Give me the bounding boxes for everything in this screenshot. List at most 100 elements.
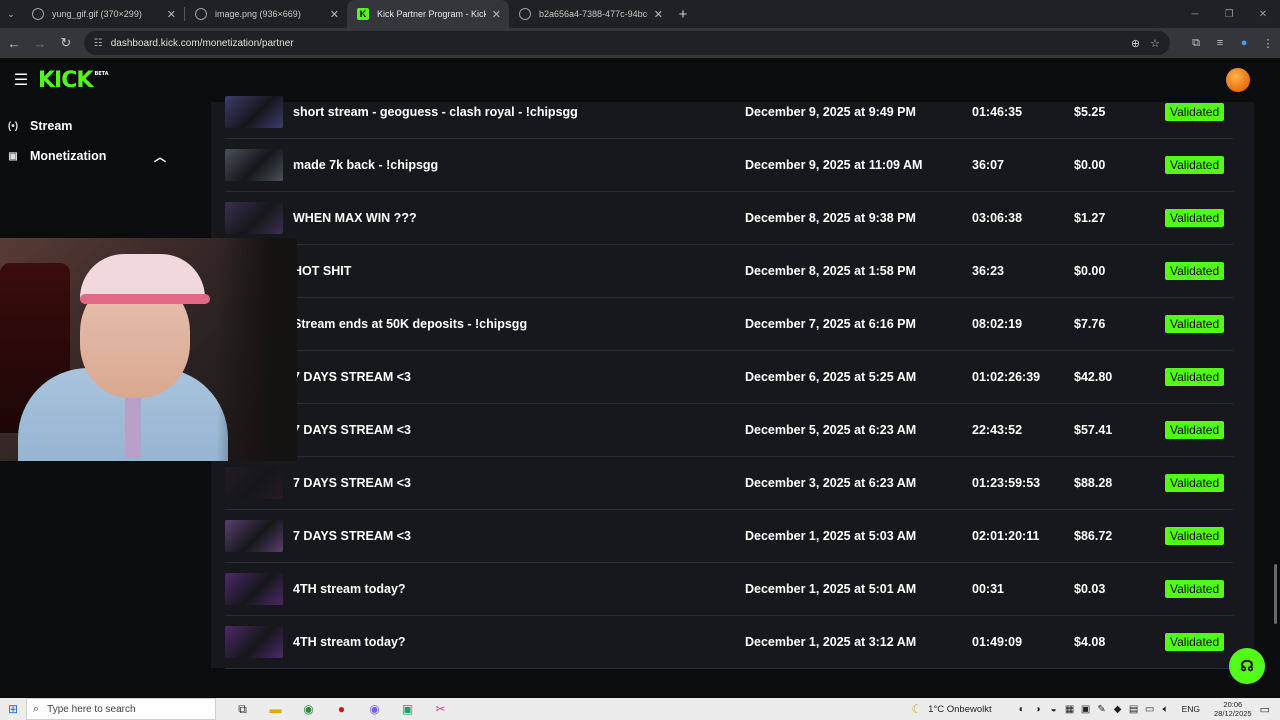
zoom-icon[interactable]: ⊕ [1131,37,1140,50]
stream-row[interactable]: 7 DAYS STREAM <3 December 6, 2025 at 5:25… [225,351,1233,404]
stream-amount: $4.08 [1074,635,1106,649]
stream-duration: 01:46:35 [972,105,1023,119]
maximize-icon[interactable]: ❐ [1212,0,1246,28]
stream-title: 7 DAYS STREAM <3 [293,370,411,384]
support-chat-button[interactable]: ☊ [1229,648,1265,684]
extensions-puzzle-icon[interactable]: ⧉ [1184,37,1208,50]
stream-thumbnail[interactable] [225,520,283,552]
stream-thumbnail[interactable] [225,202,283,234]
stream-amount: $7.76 [1074,317,1106,331]
menu-kebab-icon[interactable]: ⋮ [1256,37,1280,50]
browser-tab-active[interactable]: K Kick Partner Program - Kick Da ✕ [347,0,509,28]
close-tab-icon[interactable]: ✕ [330,8,339,21]
chrome-profile-icon[interactable]: ◉ [358,702,391,716]
scrollbar-thumb[interactable] [1274,564,1277,624]
search-placeholder: Type here to search [47,703,136,715]
close-tab-icon[interactable]: ✕ [654,8,663,21]
stream-amount: $0.00 [1074,158,1106,172]
stream-row[interactable]: 7 DAYS STREAM <3 December 1, 2025 at 5:03… [225,510,1233,563]
stream-date: December 9, 2025 at 9:49 PM [745,105,916,119]
snipping-tool-icon[interactable]: ✂ [424,702,457,716]
search-icon: ⌕ [33,702,40,715]
stream-amount: $88.28 [1074,476,1113,490]
notification-icon[interactable]: ▭ [1260,703,1270,716]
windows-taskbar: ⊞ ⌕ Type here to search ⧉ ▬ ◉ ● ◉ ▣ ✂ ☾ … [0,698,1280,720]
stream-row[interactable]: WHEN MAX WIN ??? December 8, 2025 at 9:38… [225,192,1233,245]
stream-row[interactable]: 4TH stream today? December 1, 2025 at 3:1… [225,616,1233,669]
messenger-app-icon[interactable]: ▣ [391,702,424,716]
stream-row[interactable]: 7 DAYS STREAM <3 December 3, 2025 at 6:23… [225,457,1233,510]
weather-widget[interactable]: ☾ 1°C Onbewolkt [911,702,991,716]
stream-row[interactable]: made 7k back - !chipsgg December 9, 2025 … [225,139,1233,192]
stream-thumbnail[interactable] [225,96,283,128]
tray-app-icon[interactable]: ◐ [1014,704,1030,715]
volume-icon[interactable]: 🔈︎ [1158,704,1174,715]
stream-thumbnail[interactable] [225,467,283,499]
stream-title: 4TH stream today? [293,582,406,596]
site-info-icon[interactable]: ☷ [94,38,103,49]
stream-row[interactable]: 7 DAYS STREAM <3 December 5, 2025 at 6:23… [225,404,1233,457]
stream-thumbnail[interactable] [225,626,283,658]
hamburger-menu-icon[interactable]: ☰ [6,70,36,90]
tray-app-icon[interactable]: ▤ [1126,704,1142,715]
stream-date: December 1, 2025 at 5:03 AM [745,529,917,543]
close-window-icon[interactable]: ✕ [1246,0,1280,28]
tab-title: Kick Partner Program - Kick Da [377,9,486,19]
stream-thumbnail[interactable] [225,573,283,605]
url-text[interactable]: dashboard.kick.com/monetization/partner [111,38,294,49]
windows-start-icon[interactable]: ⊞ [0,702,26,716]
stream-row[interactable]: Stream ends at 50K deposits - !chipsgg De… [225,298,1233,351]
sidebar-item-stream[interactable]: (•) Stream [0,112,180,140]
stream-row[interactable]: 4TH stream today? December 1, 2025 at 5:0… [225,563,1233,616]
stream-amount: $42.80 [1074,370,1113,384]
close-tab-icon[interactable]: ✕ [167,8,176,21]
stream-row[interactable]: short stream - geoguess - clash royal - … [225,86,1233,139]
tab-title: yung_gif.gif (370×299) [52,9,142,19]
new-tab-button[interactable]: + [671,0,695,28]
stream-thumbnail[interactable] [225,149,283,181]
taskbar-search-input[interactable]: ⌕ Type here to search [26,698,216,720]
chrome-icon[interactable]: ◉ [292,702,325,716]
tray-app-icon[interactable]: ▭ [1142,704,1158,715]
stream-row[interactable]: HOT SHIT December 8, 2025 at 1:58 PM 36:23… [225,245,1233,298]
browser-tab[interactable]: yung_gif.gif (370×299) ✕ [22,0,184,28]
browser-tab-strip: ⌄ yung_gif.gif (370×299) ✕ image.png (93… [0,0,1280,28]
chevron-up-icon[interactable]: ︿ [154,148,166,165]
profile-extension-icon[interactable]: ● [1232,37,1256,49]
globe-icon [519,8,531,20]
weather-moon-icon: ☾ [911,702,923,716]
file-explorer-icon[interactable]: ▬ [259,702,292,716]
sidebar-item-monetization[interactable]: ▣ Monetization ︿ [0,142,180,170]
address-bar[interactable]: ☷ dashboard.kick.com/monetization/partne… [83,31,1171,55]
close-tab-icon[interactable]: ✕ [492,8,501,21]
bookmark-star-icon[interactable]: ☆ [1150,37,1160,50]
status-badge: Validated [1165,474,1225,492]
kick-logo[interactable]: KICK BETA [38,68,109,93]
tray-app-icon[interactable]: ✎ [1094,704,1110,715]
browser-tab[interactable]: image.png (936×669) ✕ [185,0,347,28]
minimize-icon[interactable]: ─ [1178,0,1212,28]
window-controls: ─ ❐ ✕ [1178,0,1280,28]
monetization-icon: ▣ [8,150,18,162]
browser-tab[interactable]: b2a656a4-7388-477c-94bc-27… ✕ [509,0,671,28]
record-app-icon[interactable]: ● [325,702,358,716]
tray-app-icon[interactable]: ▣ [1078,704,1094,715]
back-arrow-icon[interactable]: ← [2,31,26,55]
tray-app-icon[interactable]: ◒ [1046,704,1062,715]
system-clock[interactable]: 20:06 28/12/2025 [1214,700,1252,718]
reload-icon[interactable]: ↻ [54,31,78,55]
streams-table: short stream - geoguess - clash royal - … [211,96,1254,669]
sidebar-item-label: Stream [30,119,73,133]
stream-title: 7 DAYS STREAM <3 [293,529,411,543]
tab-search-chevron-icon[interactable]: ⌄ [0,0,22,28]
tray-app-icon[interactable]: ▦ [1062,704,1078,715]
tray-app-icon[interactable]: ◑ [1030,704,1046,715]
forward-arrow-icon[interactable]: → [28,31,52,55]
stream-amount: $1.27 [1074,211,1106,225]
task-view-icon[interactable]: ⧉ [226,702,259,717]
language-indicator[interactable]: ENG [1182,704,1200,714]
media-control-icon[interactable]: ≡ [1208,37,1232,49]
tray-app-icon[interactable]: ◆ [1110,704,1126,715]
weather-text: 1°C Onbewolkt [928,703,992,715]
webcam-person-tie [125,388,141,458]
